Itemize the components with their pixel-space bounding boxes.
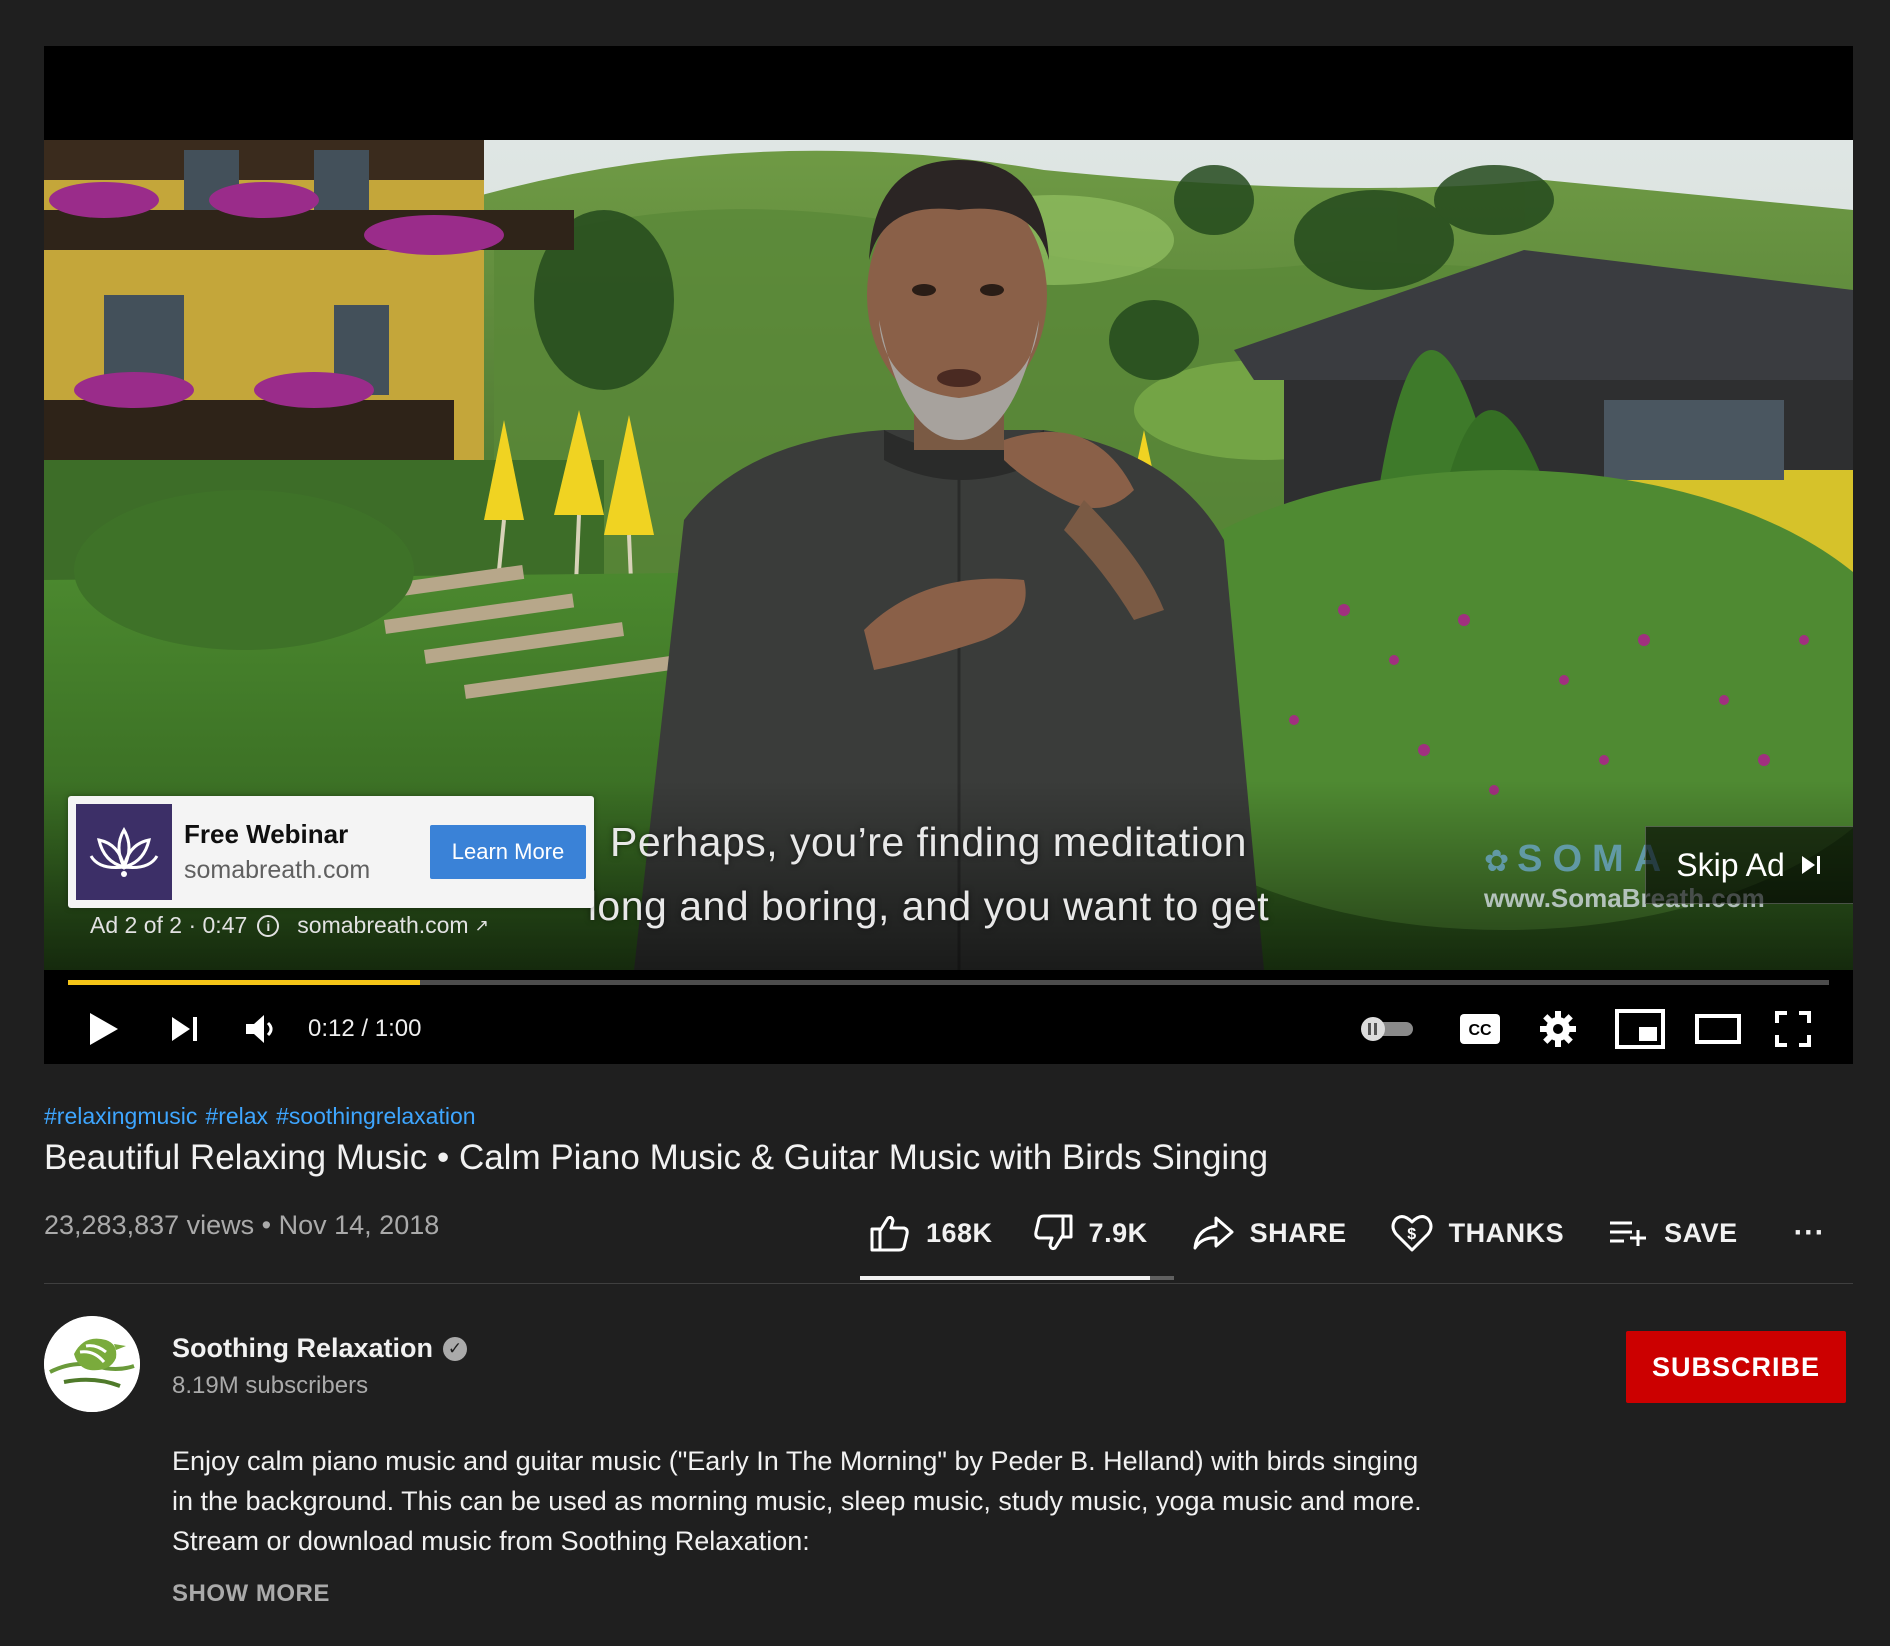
video-meta: 23,283,837 views • Nov 14, 2018 [44,1210,440,1240]
like-button[interactable]: 168K [870,1214,993,1252]
bird-logo-icon [44,1316,140,1412]
ad-card[interactable]: Free Webinar somabreath.com Learn More [68,796,594,908]
miniplayer-button[interactable] [1615,1009,1665,1049]
settings-button[interactable] [1539,1010,1577,1048]
thanks-label: THANKS [1448,1217,1565,1248]
ad-domain: somabreath.com [184,856,371,884]
share-label: SHARE [1249,1217,1347,1248]
ad-title: Free Webinar [184,819,349,849]
ad-link[interactable]: somabreath.com [297,912,468,939]
view-count: 23,283,837 views [44,1210,255,1240]
autoplay-toggle-icon [1361,1017,1413,1041]
next-icon [172,1017,197,1041]
save-button[interactable]: SAVE [1608,1218,1738,1249]
skip-ad-label: Skip Ad [1676,846,1785,883]
play-icon [90,1013,118,1045]
theater-icon [1695,1014,1741,1044]
like-ratio-bar [860,1276,1174,1280]
play-button[interactable] [88,1012,120,1046]
theater-mode-button[interactable] [1695,1014,1741,1044]
video-description: Enjoy calm piano music and guitar music … [172,1446,1422,1556]
svg-text:$: $ [1407,1226,1416,1243]
volume-button[interactable] [244,1012,278,1046]
hashtag-link[interactable]: #relaxingmusic [44,1103,197,1129]
dislike-button[interactable]: 7.9K [1033,1214,1148,1252]
more-icon: ··· [1793,1216,1826,1249]
miniplayer-icon [1615,1009,1665,1049]
skip-icon [1801,856,1820,874]
dislike-count: 7.9K [1088,1217,1148,1248]
learn-more-button[interactable]: Learn More [430,825,586,879]
hashtags: #relaxingmusic #relax #soothingrelaxation [44,1103,484,1130]
thanks-heart-icon: $ [1391,1215,1433,1252]
player-controls: 0:12 / 1:00 CC [44,994,1853,1064]
hashtag-link[interactable]: #relax [205,1103,268,1129]
time-display: 0:12 / 1:00 [308,1015,422,1042]
playlist-add-icon [1610,1221,1647,1246]
channel-name[interactable]: Soothing Relaxation ✓ [172,1333,468,1364]
save-label: SAVE [1664,1217,1738,1248]
ad-info-bar: Ad 2 of 2 · 0:47 i somabreath.com ↗ [90,912,489,939]
cc-icon: CC [1460,1014,1500,1044]
hashtag-link[interactable]: #soothingrelaxation [276,1103,475,1129]
subscriber-count: 8.19M subscribers [172,1372,369,1399]
svg-text:CC: CC [1468,1022,1492,1039]
next-button[interactable] [170,1014,200,1044]
divider [44,1283,1853,1284]
thanks-button[interactable]: $ THANKS [1391,1213,1565,1253]
subscribe-button[interactable]: SUBSCRIBE [1626,1331,1846,1403]
lotus-icon [89,827,159,877]
video-player[interactable]: Perhaps, you’re finding meditation long … [44,46,1853,1064]
fullscreen-icon [1775,1011,1811,1047]
external-link-icon: ↗ [474,915,489,935]
ad-logo [76,804,172,900]
like-ratio-fill [860,1276,1151,1280]
captions-button[interactable]: CC [1459,1013,1501,1045]
progress-bar[interactable] [68,980,1829,985]
share-button[interactable]: SHARE [1192,1215,1347,1251]
share-icon [1193,1216,1234,1250]
action-bar: 168K 7.9K SHARE $ THANKS SAVE ··· [870,1208,1825,1258]
progress-fill [68,980,421,985]
fullscreen-button[interactable] [1775,1011,1811,1047]
video-title: Beautiful Relaxing Music • Calm Piano Mu… [44,1138,1269,1177]
channel-avatar[interactable] [44,1316,140,1412]
thumbs-up-icon [870,1215,909,1252]
verified-icon: ✓ [443,1336,468,1361]
autoplay-toggle[interactable] [1359,1016,1415,1042]
ad-position: Ad 2 of 2 · 0:47 [90,912,248,938]
thumbs-down-icon [1033,1214,1073,1251]
info-icon[interactable]: i [257,914,280,937]
gear-icon [1540,1011,1576,1047]
upload-date: Nov 14, 2018 [278,1210,440,1240]
show-more-button[interactable]: SHOW MORE [172,1580,330,1608]
skip-ad-button[interactable]: Skip Ad [1645,826,1853,904]
more-actions-button[interactable]: ··· [1794,1216,1825,1250]
volume-icon [246,1015,273,1043]
like-count: 168K [926,1217,993,1248]
